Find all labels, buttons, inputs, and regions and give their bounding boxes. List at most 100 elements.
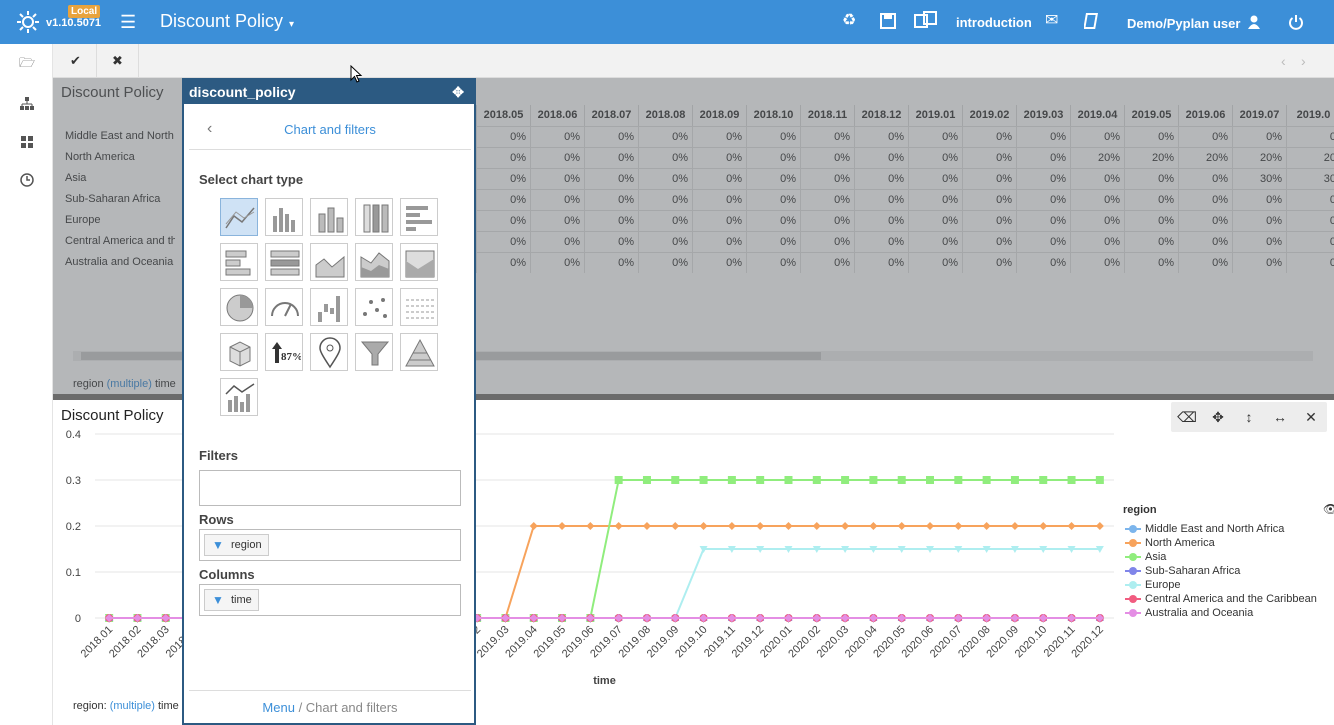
panel-subheader: Chart and filters ‹ — [189, 106, 471, 150]
chart-footer: region: (multiple) time — [73, 700, 179, 712]
save-all-icon[interactable] — [914, 11, 938, 29]
chart-type-stacked-bar-100-button[interactable] — [355, 198, 393, 236]
chart-type-map-button[interactable] — [310, 333, 348, 371]
user-icon[interactable] — [1248, 15, 1260, 29]
data-point — [1039, 522, 1048, 530]
select-chart-type-label: Select chart type — [199, 172, 304, 187]
recycle-icon[interactable]: ♻ — [842, 12, 856, 30]
legend-item[interactable]: Sub-Saharan Africa — [1123, 564, 1334, 578]
dashboard-icon[interactable] — [18, 133, 36, 151]
chart-type-combo-button[interactable] — [220, 378, 258, 416]
filters-dropzone[interactable] — [199, 470, 461, 506]
chart-pie-icon — [226, 294, 254, 322]
row-chip[interactable]: ▼ region — [204, 534, 269, 556]
resize-horizontal-icon[interactable]: ↔ — [1270, 409, 1290, 425]
hamburger-icon[interactable]: ☰ — [120, 13, 136, 31]
chart-type-funnel-button[interactable] — [355, 333, 393, 371]
chart-type-horizontal-stacked-bar-button[interactable] — [220, 243, 258, 281]
data-point — [982, 522, 991, 530]
filter-icon[interactable]: ▼ — [212, 590, 224, 610]
chart-scatter-icon — [363, 298, 387, 318]
chart-type-pyramid-button[interactable] — [400, 333, 438, 371]
columns-dropzone[interactable]: ▼ time — [199, 584, 461, 616]
chart-horizontal-stacked-bar-100-icon — [270, 250, 300, 276]
legend-item[interactable]: Australia and Oceania — [1123, 606, 1334, 620]
chart-type-horizontal-stacked-bar-100-button[interactable] — [265, 243, 303, 281]
book-icon[interactable] — [1084, 13, 1100, 29]
footer-time-label[interactable]: time — [158, 700, 179, 712]
chart-type-area-100-button[interactable] — [400, 243, 438, 281]
app-title[interactable]: Discount Policy ▾ — [160, 11, 294, 32]
app-title-text[interactable]: Discount Policy — [160, 11, 283, 31]
chevron-down-icon[interactable]: ▾ — [289, 19, 294, 30]
legend-label: Europe — [1145, 579, 1181, 591]
breadcrumb-current: Chart and filters — [305, 700, 398, 715]
move-icon[interactable]: ✥ — [452, 80, 464, 104]
data-point — [727, 522, 736, 530]
chart-type-line-button[interactable] — [220, 198, 258, 236]
clock-icon[interactable] — [18, 171, 36, 189]
chart-type-stacked-bar-button[interactable] — [310, 198, 348, 236]
pyplan-logo-icon[interactable] — [16, 10, 40, 34]
data-point — [756, 476, 765, 484]
back-button[interactable]: ‹ — [207, 120, 212, 138]
panel-title: discount_policy — [189, 84, 296, 100]
column-chip[interactable]: ▼ time — [204, 589, 259, 611]
data-point — [699, 476, 708, 484]
user-name[interactable]: Demo/Pyplan user — [1127, 16, 1240, 31]
cancel-button[interactable]: ✖ — [97, 44, 139, 78]
legend-item[interactable]: Asia — [1123, 550, 1334, 564]
data-point — [784, 522, 793, 530]
move-icon[interactable]: ✥ — [1208, 409, 1228, 426]
chart-type-horizontal-bar-button[interactable] — [400, 198, 438, 236]
prev-button[interactable]: ‹ — [1281, 53, 1286, 69]
mail-icon[interactable]: ✉ — [1045, 12, 1058, 30]
eraser-icon[interactable]: ⌫ — [1177, 409, 1197, 426]
chart-type-waterfall-button[interactable] — [310, 288, 348, 326]
edit-toolbar: ✔ ✖ ‹ › — [53, 44, 1334, 78]
legend-label: Central America and the Caribbean — [1145, 593, 1317, 605]
legend-item[interactable]: Middle East and North Africa — [1123, 522, 1334, 536]
chart-table-icon — [406, 299, 434, 319]
data-point — [897, 476, 906, 484]
row-chip-label: region — [231, 539, 262, 551]
next-button[interactable]: › — [1301, 53, 1306, 69]
chart-stacked-bar-icon — [318, 207, 344, 233]
resize-vertical-icon[interactable]: ↕ — [1239, 409, 1259, 425]
data-point — [1095, 476, 1104, 484]
save-icon[interactable] — [880, 13, 896, 29]
folder-icon[interactable]: 🗁 — [18, 54, 36, 72]
close-icon[interactable]: ✕ — [1301, 409, 1321, 426]
data-point — [926, 476, 935, 484]
chart-type-pie-button[interactable] — [220, 288, 258, 326]
data-point — [614, 522, 623, 530]
sitemap-icon[interactable] — [18, 95, 36, 113]
chart-type-gauge-button[interactable] — [265, 288, 303, 326]
panel-header[interactable]: discount_policy ✥ — [184, 80, 474, 104]
chart-type-stacked-area-button[interactable] — [355, 243, 393, 281]
chart-horizontal-bar-icon — [406, 206, 432, 231]
legend-marker — [1129, 567, 1137, 575]
footer-region-multiple-link[interactable]: (multiple) — [110, 700, 155, 712]
chart-type-kpi-button[interactable]: 87% — [265, 333, 303, 371]
chart-type-area-button[interactable] — [310, 243, 348, 281]
eye-icon[interactable]: 👁 — [1323, 502, 1334, 516]
legend-item[interactable]: North America — [1123, 536, 1334, 550]
chart-type-table-button[interactable] — [400, 288, 438, 326]
menu-link[interactable]: Menu — [262, 700, 295, 715]
data-point — [954, 476, 963, 484]
chart-type-scatter-button[interactable] — [355, 288, 393, 326]
confirm-button[interactable]: ✔ — [55, 44, 97, 78]
legend-marker — [1129, 539, 1137, 547]
legend-item[interactable]: Europe — [1123, 578, 1334, 592]
introduction-link[interactable]: introduction — [956, 15, 1032, 30]
legend-title: region — [1123, 504, 1157, 516]
rows-dropzone[interactable]: ▼ region — [199, 529, 461, 561]
data-point — [756, 522, 765, 530]
data-point — [784, 476, 793, 484]
power-icon[interactable] — [1288, 14, 1304, 30]
chart-type-cube-button[interactable] — [220, 333, 258, 371]
chart-type-bar-button[interactable] — [265, 198, 303, 236]
filter-icon[interactable]: ▼ — [212, 535, 224, 555]
legend-item[interactable]: Central America and the Caribbean — [1123, 592, 1334, 606]
